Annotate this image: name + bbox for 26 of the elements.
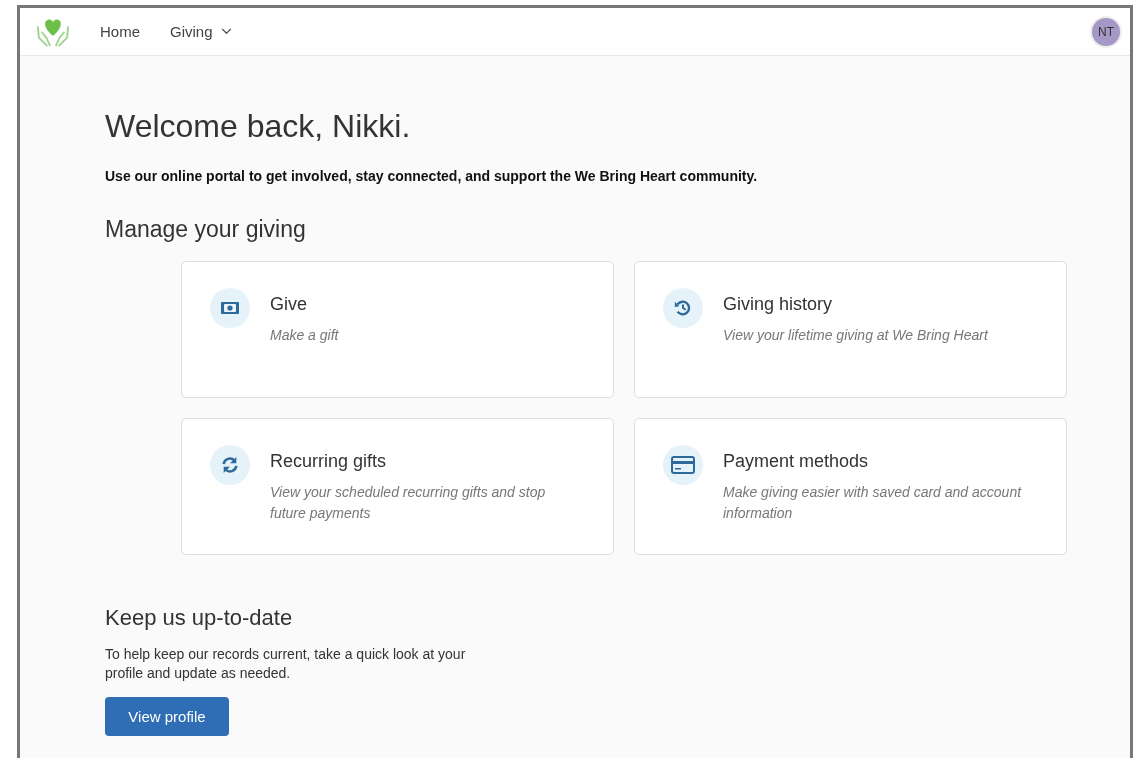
card-description: Make a gift — [270, 326, 340, 345]
intro-text: Use our online portal to get involved, stay connected, and support the We Bring Heart community. — [105, 168, 759, 184]
section-heading: Manage your giving — [105, 216, 307, 243]
card-title: Giving history — [723, 294, 834, 315]
banknote-icon — [220, 301, 240, 315]
nav-link[interactable]: Home — [100, 23, 140, 40]
giving-card[interactable]: Giving history View your lifetime giving at We Bring Heart — [634, 261, 1067, 398]
card-description: Make giving easier with saved card and account information — [723, 483, 1023, 523]
user-avatar[interactable]: NT — [1092, 17, 1120, 46]
chevron-down-icon — [220, 28, 232, 35]
giving-card[interactable]: Recurring gifts View your scheduled recurring gifts and stop future payments — [181, 418, 614, 555]
card-description: View your scheduled recurring gifts and stop future payments — [270, 483, 547, 523]
giving-card[interactable]: Give Make a gift — [181, 261, 614, 398]
card-description: View your lifetime giving at We Bring Heart — [723, 326, 990, 345]
giving-card[interactable]: Payment methods Make giving easier with saved card and account information — [634, 418, 1067, 555]
view-profile-button[interactable]: View profile — [105, 697, 229, 736]
card-title: Payment methods — [723, 451, 870, 472]
history-icon — [674, 299, 692, 317]
card-title: Give — [270, 294, 308, 315]
update-text: To help keep our records current, take a quick look at your profile and update as needed. — [105, 645, 467, 683]
welcome-heading: Welcome back, Nikki. — [105, 108, 412, 145]
card-title: Recurring gifts — [270, 451, 388, 472]
refresh-icon — [221, 456, 239, 474]
nav-dropdown[interactable]: Giving — [170, 23, 232, 40]
section-heading: Keep us up-to-date — [105, 605, 294, 631]
credit-card-icon — [671, 456, 695, 474]
